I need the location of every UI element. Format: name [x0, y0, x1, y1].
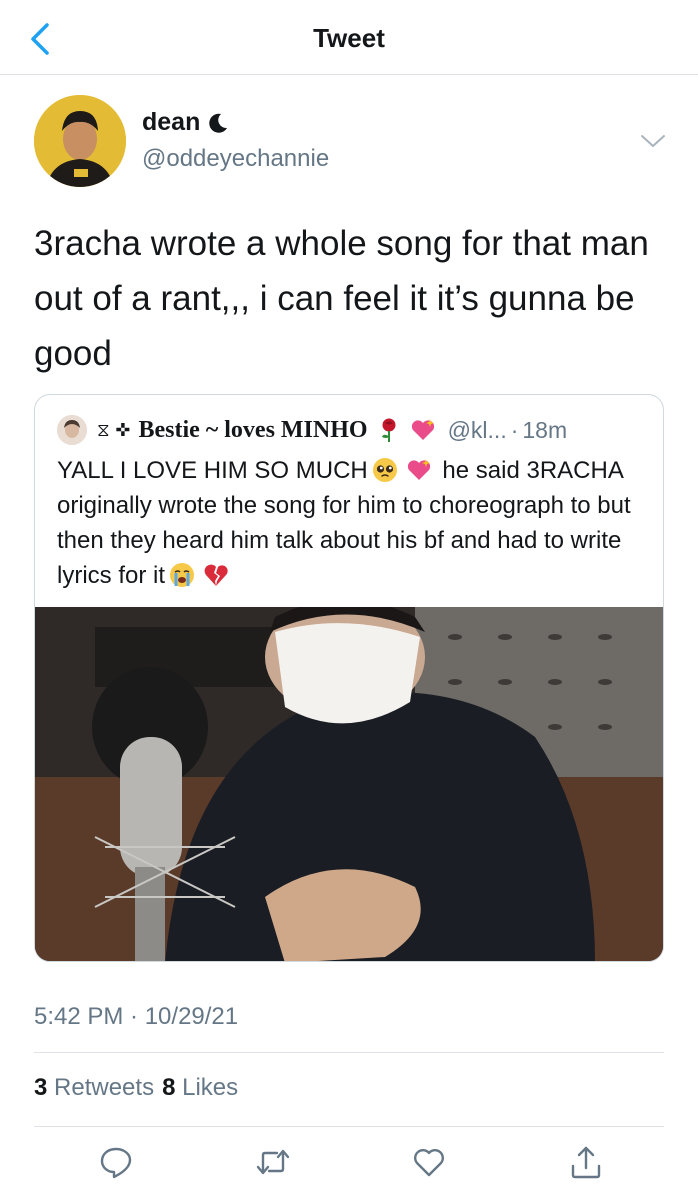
quoted-separator: · — [510, 416, 519, 443]
display-name[interactable]: dean — [142, 108, 230, 137]
studio-photo — [35, 607, 663, 961]
quoted-time: 18m — [522, 416, 568, 443]
broken-heart-emoji-icon — [204, 564, 228, 586]
quoted-tweet-text: YALL I LOVE HIM SO MUCH he said 3RACHA o… — [57, 453, 647, 593]
display-name-text: dean — [142, 108, 201, 136]
heart-icon[interactable] — [411, 1144, 447, 1180]
quoted-handle: @kl... — [447, 416, 507, 443]
nav-bar: Tweet — [0, 0, 698, 75]
quoted-name-glyphs: ⧖ ✜ — [97, 419, 131, 441]
quoted-text-part-1: YALL I LOVE HIM SO MUCH — [57, 457, 368, 484]
page-title: Tweet — [313, 23, 385, 53]
divider — [34, 1052, 664, 1053]
tweet-author: dean @oddeyechannie — [34, 95, 666, 190]
likes-count: 8 — [162, 1074, 176, 1101]
retweets-label: Retweets — [54, 1074, 155, 1101]
quoted-name-text: Bestie ~ loves MINHO — [138, 416, 368, 443]
tweet-timestamp: 5:42 PM · 10/29/21 — [34, 1003, 239, 1030]
share-icon[interactable] — [568, 1144, 604, 1180]
crescent-moon-icon — [209, 113, 228, 133]
tweet-stats: 3 Retweets 8 Likes — [34, 1074, 238, 1102]
likes-label: Likes — [182, 1074, 239, 1101]
rose-emoji-icon — [381, 418, 396, 442]
quoted-tweet-media[interactable] — [35, 607, 663, 961]
action-bar — [0, 1128, 698, 1200]
retweets-stat[interactable]: 3 Retweets — [34, 1074, 154, 1102]
reply-icon[interactable] — [98, 1144, 134, 1180]
pleading-face-emoji-icon — [372, 458, 397, 482]
quoted-avatar — [57, 415, 87, 445]
quoted-tweet-header: ⧖ ✜ Bestie ~ loves MINHO @kl... · 18m — [57, 413, 647, 447]
divider — [34, 1126, 664, 1127]
retweets-count: 3 — [34, 1074, 48, 1101]
sparkling-heart-emoji-icon — [411, 419, 434, 440]
loudly-crying-face-emoji-icon — [170, 563, 194, 587]
avatar[interactable] — [34, 95, 126, 187]
quoted-tweet[interactable]: ⧖ ✜ Bestie ~ loves MINHO @kl... · 18m YA… — [34, 394, 664, 962]
likes-stat[interactable]: 8 Likes — [162, 1074, 238, 1102]
sparkling-heart-emoji-icon — [407, 459, 430, 480]
retweet-icon[interactable] — [255, 1144, 291, 1180]
tweet-text: 3racha wrote a whole song for that man o… — [34, 224, 649, 373]
user-handle[interactable]: @oddeyechannie — [142, 145, 329, 173]
chevron-down-icon[interactable] — [640, 133, 666, 149]
quoted-display-name: ⧖ ✜ Bestie ~ loves MINHO — [97, 417, 436, 444]
